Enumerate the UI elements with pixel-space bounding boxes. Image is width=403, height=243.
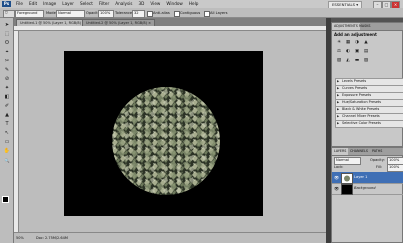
adjustments-title: Add an adjustment	[334, 32, 377, 37]
tolerance-label: Tolerance:	[115, 11, 134, 15]
menu-help[interactable]: Help	[186, 0, 202, 8]
menu-analysis[interactable]: Analysis	[112, 0, 135, 8]
foreground-color-swatch[interactable]	[2, 196, 9, 203]
black-white-icon[interactable]: ▤	[363, 49, 369, 55]
color-balance-icon[interactable]: ▣	[354, 49, 360, 55]
menu-edit[interactable]: Edit	[26, 0, 40, 8]
lasso-tool-icon[interactable]: ʘ	[3, 40, 11, 47]
levels-icon[interactable]: ▦	[345, 40, 351, 46]
exposure-icon[interactable]: ▲	[363, 40, 369, 46]
eraser-tool-icon[interactable]: ▲	[3, 112, 11, 119]
quick-select-tool-icon[interactable]: ⌖	[3, 49, 11, 56]
antialias-label: Anti-alias	[153, 11, 170, 15]
expand-triangle-icon: ▶	[337, 107, 340, 111]
tab-channels[interactable]: CHANNELS	[348, 148, 370, 155]
expand-triangle-icon: ▶	[337, 79, 340, 83]
menu-items: File Edit Image Layer Select Filter Anal…	[13, 0, 201, 8]
status-bar: 50% Doc: 2.75M/2.64M	[14, 232, 326, 243]
visibility-eye-icon[interactable]: 👁	[334, 186, 339, 191]
threshold-icon[interactable]: ▬	[354, 58, 360, 64]
options-bar: ⛉ Foreground Mode: Normal Opacity: 100% …	[0, 8, 403, 18]
mode-select[interactable]: Normal	[56, 10, 85, 18]
type-tool-icon[interactable]: T	[3, 121, 11, 128]
tab-masks[interactable]: MASKS	[357, 23, 372, 30]
menu-window[interactable]: Window	[163, 0, 186, 8]
menu-select[interactable]: Select	[77, 0, 96, 8]
invert-icon[interactable]: ▧	[336, 58, 342, 64]
expand-triangle-icon: ▶	[337, 93, 340, 97]
eyedropper-tool-icon[interactable]: ✎	[3, 67, 11, 74]
gradient-map-icon[interactable]: ▨	[363, 58, 369, 64]
adjustments-panel: ADJUSTMENTS MASKS Add an adjustment ☀ ▦ …	[331, 22, 403, 147]
visibility-eye-icon[interactable]: 👁	[334, 175, 339, 180]
menu-file[interactable]: File	[13, 0, 26, 8]
contiguous-label: Contiguous	[180, 11, 201, 15]
vibrance-icon[interactable]: ⚖	[336, 49, 342, 55]
layers-panel: LAYERS CHANNELS PATHS Normal Opacity: 10…	[331, 147, 403, 243]
preset-selective-color[interactable]: ▶ Selective Color Presets	[335, 120, 403, 128]
layer-name[interactable]: Layer 1	[354, 172, 367, 183]
fill-source-select[interactable]: Foreground	[15, 10, 44, 18]
curves-icon[interactable]: ◑	[354, 40, 360, 46]
adjustments-panel-tabs: ADJUSTMENTS MASKS	[332, 23, 403, 31]
menu-view[interactable]: View	[147, 0, 163, 8]
layer-name[interactable]: Background	[354, 183, 376, 194]
healing-tool-icon[interactable]: ⊘	[3, 76, 11, 83]
tab-adjustments[interactable]: ADJUSTMENTS	[332, 23, 360, 30]
brush-tool-icon[interactable]: ✦	[3, 85, 11, 92]
menu-filter[interactable]: Filter	[96, 0, 112, 8]
menu-layer[interactable]: Layer	[59, 0, 77, 8]
layers-panel-tabs: LAYERS CHANNELS PATHS	[332, 148, 403, 156]
posterize-icon[interactable]: ◭	[345, 58, 351, 64]
history-brush-tool-icon[interactable]: ✐	[3, 103, 11, 110]
hand-tool-icon[interactable]: ✋	[3, 148, 11, 155]
circle-texture-layer	[112, 87, 220, 195]
fill-input[interactable]: 100%	[387, 164, 403, 172]
expand-triangle-icon: ▶	[337, 100, 340, 104]
tab-layers[interactable]: LAYERS	[332, 148, 349, 155]
menu-3d[interactable]: 3D	[136, 0, 148, 8]
opacity-input[interactable]: 100%	[98, 10, 114, 18]
document-canvas[interactable]	[64, 51, 263, 216]
expand-triangle-icon: ▶	[337, 114, 340, 118]
menu-bar: Ps File Edit Image Layer Select Filter A…	[0, 0, 403, 9]
layer-opacity-label: Opacity:	[370, 158, 385, 162]
photoshop-logo: Ps	[2, 1, 11, 7]
layer-row-background[interactable]: 👁 Background	[332, 183, 403, 195]
crop-tool-icon[interactable]: ✂	[3, 58, 11, 65]
marquee-tool-icon[interactable]: ⬚	[3, 31, 11, 38]
zoom-tool-icon[interactable]: 🔍	[3, 157, 11, 164]
layer-thumbnail	[341, 184, 353, 195]
document-tabs: Untitled-1 @ 50% (Layer 1, RGB/8) × Unti…	[14, 18, 326, 27]
menu-image[interactable]: Image	[40, 0, 59, 8]
expand-triangle-icon: ▶	[337, 121, 340, 125]
zoom-level[interactable]: 50%	[16, 234, 24, 242]
hue-saturation-icon[interactable]: ◐	[345, 49, 351, 55]
tab-paths[interactable]: PATHS	[370, 148, 384, 155]
move-tool-icon[interactable]: ➤	[3, 22, 11, 29]
document-size: Doc: 2.75M/2.64M	[36, 236, 68, 240]
tools-panel: ➤ ⬚ ʘ ⌖ ✂ ✎ ⊘ ✦ ◧ ✐ ▲ T ↖ ▭ ✋ 🔍	[0, 18, 14, 243]
layer-thumbnail-circle	[344, 175, 350, 182]
path-select-tool-icon[interactable]: ↖	[3, 130, 11, 137]
tolerance-input[interactable]: 32	[132, 10, 145, 18]
fill-label: Fill:	[376, 165, 383, 169]
brightness-contrast-icon[interactable]: ☀	[336, 40, 342, 46]
shape-tool-icon[interactable]: ▭	[3, 139, 11, 146]
expand-triangle-icon: ▶	[337, 86, 340, 90]
all-layers-label: All Layers	[210, 11, 228, 15]
lock-label: Lock:	[334, 165, 344, 169]
clone-stamp-tool-icon[interactable]: ◧	[3, 94, 11, 101]
paint-bucket-tool-icon[interactable]: ⛉	[3, 10, 15, 18]
